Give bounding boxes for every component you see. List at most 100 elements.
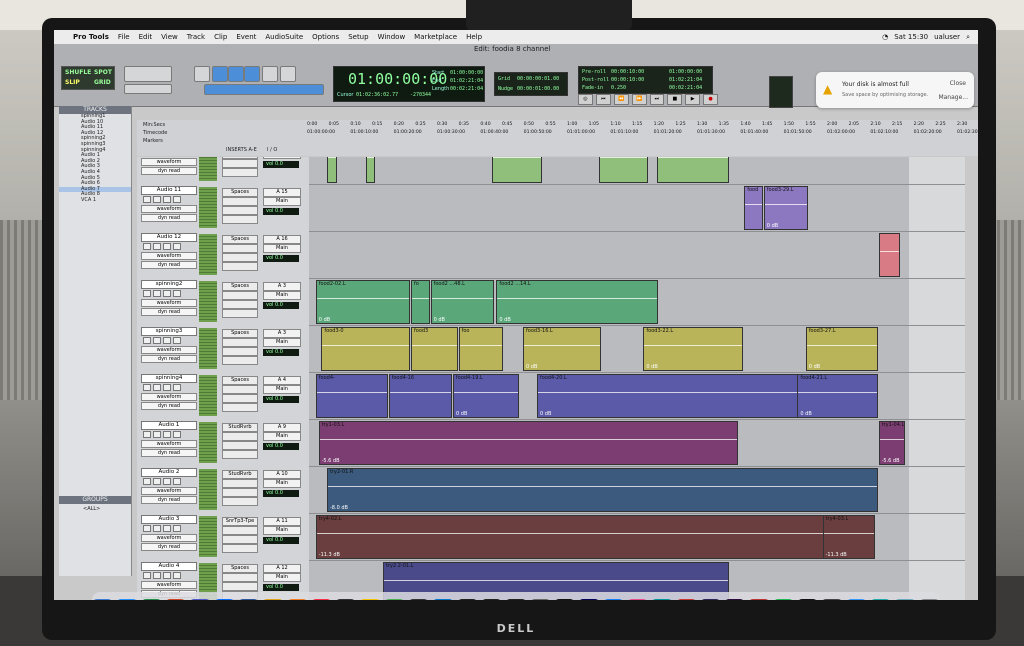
track-name[interactable]: Audio 4	[141, 562, 197, 571]
dock-app-pr-icon[interactable]: Pr	[724, 599, 746, 600]
stop-icon[interactable]: ■	[667, 94, 683, 105]
user-name[interactable]: ualuser	[934, 33, 960, 41]
grabber-tool-icon[interactable]	[244, 66, 260, 82]
clip-gain[interactable]: 0 dB	[540, 411, 551, 417]
main-counter[interactable]: 01:00:00:00 Cursor 01:02:36:02.77 -27034…	[333, 66, 485, 102]
record-icon[interactable]: ●	[703, 94, 718, 105]
volume-readout[interactable]: vol 0.0	[263, 396, 299, 403]
insert-slot[interactable]: Spaces	[222, 376, 258, 385]
dock-app-ableton-icon[interactable]: Ab	[797, 599, 819, 600]
solo-button[interactable]	[163, 572, 171, 579]
audio-clip[interactable]: food	[744, 186, 763, 230]
audio-clip[interactable]: food2 ...48.L 0 dB	[430, 280, 495, 324]
input-selector[interactable]: A 12	[263, 564, 301, 573]
output-selector[interactable]: Main	[263, 479, 301, 488]
menu-help[interactable]: Help	[466, 33, 482, 41]
insert-slot[interactable]: Spaces	[222, 235, 258, 244]
record-enable-button[interactable]	[143, 337, 151, 344]
record-enable-button[interactable]	[143, 478, 151, 485]
menu-marketplace[interactable]: Marketplace	[414, 33, 457, 41]
mute-button[interactable]	[173, 290, 181, 297]
groups-header[interactable]: GROUPS	[59, 496, 131, 504]
insert-slot[interactable]	[222, 206, 258, 215]
dock-app-folder-icon[interactable]: Fo	[894, 599, 916, 600]
dock-app-reaper-icon[interactable]: Re	[870, 599, 892, 600]
dock-app-safari-icon[interactable]: Sa	[116, 599, 138, 600]
solo-button[interactable]	[163, 525, 171, 532]
menu-clip[interactable]: Clip	[214, 33, 227, 41]
rewind-icon[interactable]: ⏪	[613, 94, 629, 105]
input-selector[interactable]: A 9	[263, 423, 301, 432]
insert-slot[interactable]: SnrTp3-Tpe	[222, 517, 258, 526]
dock-app-finder-icon[interactable]: Fi	[92, 599, 114, 600]
track-name[interactable]: spinning4	[141, 374, 197, 383]
mute-button[interactable]	[173, 337, 181, 344]
insert-slot[interactable]	[222, 450, 258, 459]
clip-gain[interactable]: 0 dB	[434, 317, 445, 323]
volume-readout[interactable]: vol 0.0	[263, 490, 299, 497]
dock-app-quicktime-icon[interactable]: Qu	[213, 599, 235, 600]
track-name[interactable]: Audio 2	[141, 468, 197, 477]
dock-app-au-icon[interactable]: Au	[578, 599, 600, 600]
audio-clip[interactable]: try2-01.R -8.0 dB	[327, 468, 878, 512]
insert-slot[interactable]	[222, 291, 258, 300]
track-view-selector[interactable]: waveform	[141, 205, 197, 213]
audio-clip[interactable]: fo	[411, 280, 430, 324]
clip-gain[interactable]: -8.0 dB	[330, 505, 348, 511]
menu-setup[interactable]: Setup	[348, 33, 368, 41]
clip-gain[interactable]: -5.6 dB	[882, 458, 900, 464]
input-selector[interactable]: A 16	[263, 235, 301, 244]
nudge-value[interactable]: 00:00:01:00.00	[517, 86, 559, 92]
insert-slot[interactable]	[222, 526, 258, 535]
pencil-tool-icon[interactable]	[280, 66, 296, 82]
track-name[interactable]: Audio 11	[141, 186, 197, 195]
insert-slot[interactable]	[222, 535, 258, 544]
insert-slot[interactable]: StudRvrb	[222, 470, 258, 479]
audio-clip[interactable]	[366, 157, 376, 183]
dock-app-cleaner-icon[interactable]: Cl	[845, 599, 868, 600]
mode-spot[interactable]: SPOT	[94, 69, 112, 76]
audio-clip[interactable]	[878, 233, 901, 277]
automation-mode-selector[interactable]: dyn read	[141, 543, 197, 551]
scrubber-tool-icon[interactable]	[262, 66, 278, 82]
record-enable-button[interactable]	[143, 196, 151, 203]
output-selector[interactable]: Main	[263, 197, 301, 206]
clip-gain[interactable]: 0 dB	[800, 411, 811, 417]
menu-track[interactable]: Track	[187, 33, 205, 41]
solo-button[interactable]	[163, 290, 171, 297]
dock-app-maps-icon[interactable]: Ma	[383, 599, 406, 600]
audio-clip[interactable]	[657, 157, 730, 183]
insert-slot[interactable]	[222, 262, 258, 271]
track-view-selector[interactable]: waveform	[141, 487, 197, 495]
input-monitor-button[interactable]	[153, 384, 161, 391]
solo-button[interactable]	[163, 431, 171, 438]
automation-mode-selector[interactable]: dyn read	[141, 261, 197, 269]
minsecs-ruler[interactable]: 0:00 0:05 0:10 0:15 0:20 0:25 0:30 0:35 0:40 0:45…	[307, 122, 978, 128]
selector-tool-icon[interactable]	[228, 66, 244, 82]
menu-app[interactable]: Pro Tools	[73, 33, 109, 41]
menu-event[interactable]: Event	[236, 33, 256, 41]
record-enable-button[interactable]	[143, 290, 151, 297]
output-selector[interactable]: Main	[263, 338, 301, 347]
audio-clip[interactable]	[492, 157, 542, 183]
return-to-zero-icon[interactable]: ⏮	[595, 94, 611, 105]
length-value[interactable]: 00:02:21:04	[450, 86, 483, 92]
mute-button[interactable]	[173, 384, 181, 391]
insert-slot[interactable]: Spaces	[222, 282, 258, 291]
audio-clip[interactable]: foo	[458, 327, 503, 371]
insert-slot[interactable]	[222, 244, 258, 253]
automation-mode-selector[interactable]: dyn read	[141, 496, 197, 504]
output-selector[interactable]: Main	[263, 526, 301, 535]
edit-mode-selector[interactable]: SHUFLE SPOT SLIP GRID	[61, 66, 115, 90]
dock-app-arduino-icon[interactable]: Ar	[651, 599, 673, 600]
input-monitor-button[interactable]	[153, 525, 161, 532]
clip-gain[interactable]: -11.3 dB	[826, 552, 847, 558]
mode-shuffle[interactable]: SHUFLE	[65, 69, 91, 76]
solo-button[interactable]	[163, 196, 171, 203]
link-buttons[interactable]	[204, 84, 324, 95]
insert-slot[interactable]	[222, 488, 258, 497]
insert-slot[interactable]: Spaces	[222, 329, 258, 338]
fast-forward-icon[interactable]: ⏩	[631, 94, 647, 105]
clip-gain[interactable]: -5.6 dB	[322, 458, 340, 464]
mode-slip[interactable]: SLIP	[65, 79, 80, 86]
